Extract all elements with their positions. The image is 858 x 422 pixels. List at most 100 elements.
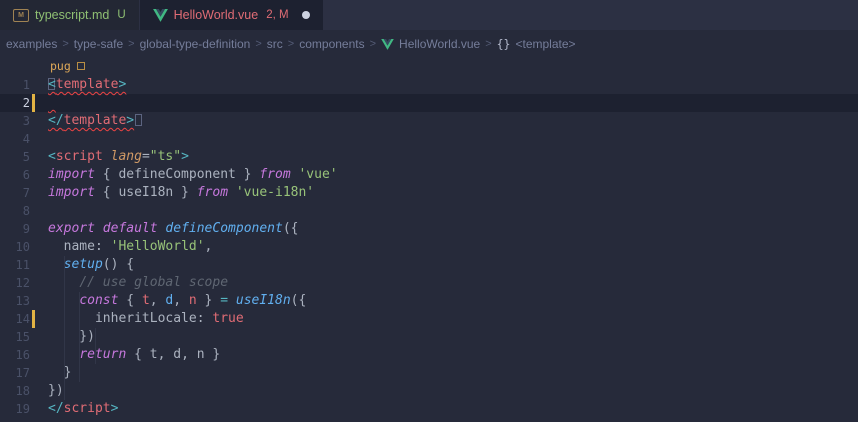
code-line-1[interactable]: 1 <template> [0, 76, 858, 94]
line-number: 5 [0, 148, 30, 166]
breadcrumb-label: type-safe [74, 37, 123, 51]
token [103, 149, 111, 164]
breadcrumb-item-src[interactable]: src [267, 37, 283, 51]
token: useI18n [236, 293, 291, 308]
line-number: 11 [0, 256, 30, 274]
token: , [150, 293, 166, 308]
code-line-4[interactable]: 4 [0, 130, 858, 148]
code-line-2[interactable]: 2 [0, 94, 858, 112]
token: lang [111, 149, 142, 164]
git-modified-indicator [30, 94, 36, 112]
code-line-9[interactable]: 9export default defineComponent({ [0, 220, 858, 238]
code-text: }) [36, 328, 858, 346]
code-line-15[interactable]: 15 }) [0, 328, 858, 346]
line-number: 12 [0, 274, 30, 292]
token: true [212, 311, 243, 326]
code-line-18[interactable]: 18}) [0, 382, 858, 400]
breadcrumb-item--template-[interactable]: {}<template> [497, 37, 576, 51]
gutter-spacer [30, 148, 36, 166]
line-number: 17 [0, 364, 30, 382]
gutter-spacer [30, 184, 36, 202]
gutter-spacer [30, 274, 36, 292]
template-lang-annotation: pug [0, 58, 858, 76]
token: = [142, 149, 150, 164]
code-line-16[interactable]: 16 return { t, d, n } [0, 346, 858, 364]
token: from [259, 167, 290, 182]
chevron-right-icon: > [62, 38, 68, 50]
code-text: name: 'HelloWorld', [36, 238, 858, 256]
token: } [197, 293, 220, 308]
breadcrumb-item-examples[interactable]: examples [6, 37, 57, 51]
breadcrumb-item-helloworld-vue[interactable]: HelloWorld.vue [381, 37, 480, 51]
token: defineComponent [165, 221, 282, 236]
token: export [48, 221, 95, 236]
line-number: 9 [0, 220, 30, 238]
code-line-10[interactable]: 10 name: 'HelloWorld', [0, 238, 858, 256]
code-text: setup() { [36, 256, 858, 274]
token: { useI18n } [95, 185, 197, 200]
code-line-14[interactable]: 14 inheritLocale: true [0, 310, 858, 328]
code-line-8[interactable]: 8 [0, 202, 858, 220]
code-line-19[interactable]: 19</script> [0, 400, 858, 418]
token: template [56, 77, 119, 92]
code-line-11[interactable]: 11 setup() { [0, 256, 858, 274]
token [95, 221, 103, 236]
tab-bar: M typescript.md U HelloWorld.vue 2, M [0, 0, 858, 30]
line-number: 15 [0, 328, 30, 346]
line-number: 6 [0, 166, 30, 184]
code-line-5[interactable]: 5 <script lang="ts"> [0, 148, 858, 166]
gutter-spacer [30, 346, 36, 364]
token: > [118, 77, 126, 92]
code-line-13[interactable]: 13 const { t, d, n } = useI18n({ [0, 292, 858, 310]
code-text: // use global scope [36, 274, 858, 292]
token: 'HelloWorld' [111, 239, 205, 254]
line-number: 8 [0, 202, 30, 220]
token: 'vue' [298, 167, 337, 182]
line-number: 18 [0, 382, 30, 400]
tab-helloworld-vue[interactable]: HelloWorld.vue 2, M [140, 0, 324, 30]
gutter-spacer [30, 202, 36, 220]
code-editor[interactable]: pug 1 <template>2 3</template>45 <script l… [0, 58, 858, 418]
breadcrumb-item-global-type-definition[interactable]: global-type-definition [140, 37, 251, 51]
gutter-spacer [30, 328, 36, 346]
tab-label: HelloWorld.vue [174, 8, 259, 22]
token: { t, d, n } [126, 347, 220, 362]
breadcrumb-item-type-safe[interactable]: type-safe [74, 37, 123, 51]
token: , [173, 293, 189, 308]
token: script [56, 149, 103, 164]
token: { defineComponent } [95, 167, 259, 182]
tab-typescript-md[interactable]: M typescript.md U [0, 0, 140, 30]
code-area[interactable]: 1 <template>2 3</template>45 <script lang=… [0, 76, 858, 418]
chevron-right-icon: > [255, 38, 261, 50]
breadcrumb-label: global-type-definition [140, 37, 251, 51]
token [48, 257, 64, 272]
token: , [205, 239, 213, 254]
breadcrumb: examples > type-safe > global-type-definitio… [0, 30, 858, 58]
chevron-right-icon: > [485, 38, 491, 50]
code-line-3[interactable]: 3</template> [0, 112, 858, 130]
git-modified-bar [32, 94, 35, 112]
token: default [103, 221, 158, 236]
unsaved-changes-icon[interactable] [302, 11, 310, 19]
code-text: <template> [36, 76, 858, 94]
error-squiggle [48, 94, 58, 112]
token [228, 293, 236, 308]
token: // use global scope [79, 275, 228, 290]
code-line-6[interactable]: 6 import { defineComponent } from 'vue' [0, 166, 858, 184]
code-line-7[interactable]: 7import { useI18n } from 'vue-i18n' [0, 184, 858, 202]
problems-modified-badge: 2, M [266, 9, 288, 21]
token: setup [64, 257, 103, 272]
git-modified-indicator [30, 310, 36, 328]
token: import [48, 167, 95, 182]
code-line-17[interactable]: 17 } [0, 364, 858, 382]
code-text: <script lang="ts"> [36, 148, 858, 166]
breadcrumb-item-components[interactable]: components [299, 37, 364, 51]
token: }) [48, 383, 64, 398]
git-status-badge: U [117, 9, 125, 21]
line-number: 7 [0, 184, 30, 202]
token: from [197, 185, 228, 200]
breadcrumb-label: <template> [515, 37, 575, 51]
token: ({ [291, 293, 307, 308]
line-number: 1 [0, 76, 30, 94]
code-line-12[interactable]: 12 // use global scope [0, 274, 858, 292]
